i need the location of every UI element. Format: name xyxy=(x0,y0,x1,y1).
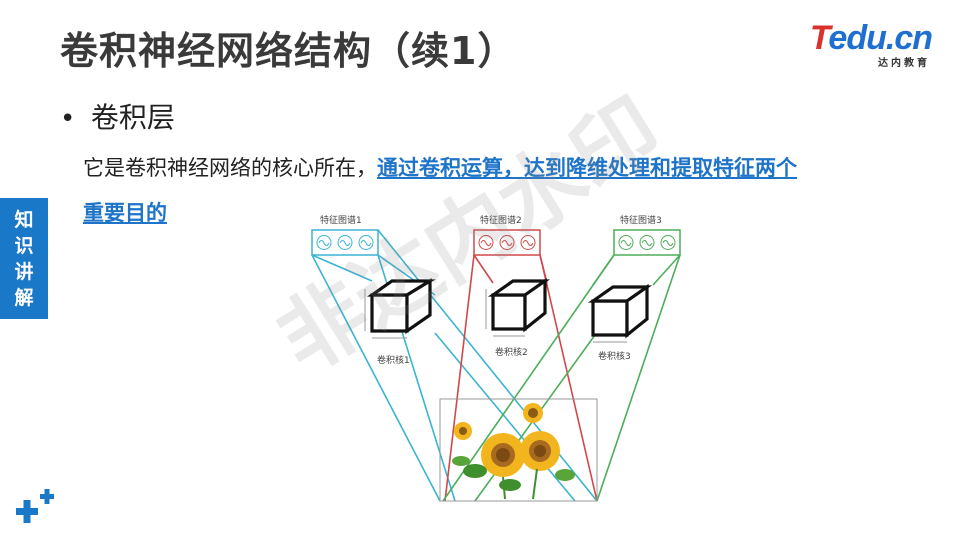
paragraph-highlight-1: 通过卷积运算，达到降维处理和提取特征两个 xyxy=(377,156,797,180)
feature-map-label-3: 特征图谱3 xyxy=(620,214,662,226)
side-tab-char: 知 xyxy=(14,208,34,231)
convolution-diagram: 特征图谱1 特征图谱2 特征图谱3 卷积核1 卷积核2 卷积核3 xyxy=(275,203,727,513)
kernel-label-3: 卷积核3 xyxy=(598,350,631,362)
logo-wordmark: Tedu.cn xyxy=(809,19,933,57)
plus-decoration-icon xyxy=(16,489,54,523)
side-tab-knowledge[interactable]: 知 识 讲 解 xyxy=(0,198,48,319)
feature-map-label-2: 特征图谱2 xyxy=(480,214,522,226)
kernel-label-1: 卷积核1 xyxy=(377,354,410,366)
paragraph-plain: 它是卷积神经网络的核心所在， xyxy=(83,156,377,180)
slide-title: 卷积神经网络结构（续1） xyxy=(60,29,517,73)
side-tab-char: 解 xyxy=(14,286,34,309)
diagram-svg: 特征图谱1 特征图谱2 特征图谱3 卷积核1 卷积核2 卷积核3 xyxy=(275,203,727,513)
side-tab-char: 讲 xyxy=(14,260,34,283)
logo-subtitle: 达内教育 xyxy=(878,58,930,69)
bullet-heading: • 卷积层 xyxy=(60,96,175,136)
heading-text: 卷积层 xyxy=(90,101,175,134)
side-tab-char: 识 xyxy=(14,234,34,257)
bullet-dot: • xyxy=(60,104,76,134)
paragraph-highlight-2: 重要目的 xyxy=(83,201,167,225)
kernel-label-2: 卷积核2 xyxy=(495,346,528,358)
feature-map-label-1: 特征图谱1 xyxy=(320,214,362,226)
tedu-logo: Tedu.cn 达内教育 xyxy=(802,19,933,69)
